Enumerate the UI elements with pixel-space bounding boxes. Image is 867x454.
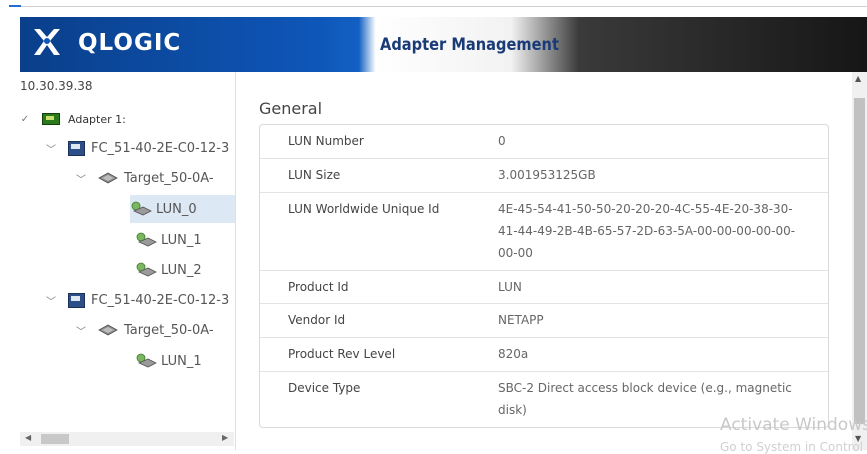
tree-node-lun-1-b[interactable]: LUN_1: [135, 352, 202, 370]
port-label: FC_51-40-2E-C0-12-3: [91, 140, 230, 156]
tree-node-lun-1[interactable]: LUN_1: [135, 231, 202, 249]
property-value: NETAPP: [498, 313, 544, 327]
app-title: Adapter Management: [380, 35, 559, 55]
property-row: LUN Worldwide Unique Id 4E-45-54-41-50-5…: [260, 192, 828, 271]
target-disk-icon: [98, 172, 118, 184]
checkmark-icon: ✓: [20, 113, 30, 125]
chevron-down-icon[interactable]: ﹀: [44, 141, 58, 156]
host-address[interactable]: 10.30.39.38: [20, 79, 93, 93]
brand-name: QLOGIC: [78, 30, 182, 56]
adapter-card-icon: [42, 113, 60, 125]
property-value: 3.001953125GB: [498, 168, 596, 182]
adapter-label: Adapter 1:: [68, 112, 126, 126]
chevron-down-icon[interactable]: ﹀: [44, 293, 58, 308]
tree-node-adapter[interactable]: ✓ Adapter 1:: [18, 111, 126, 127]
brand-logo: QLOGIC: [30, 25, 181, 61]
tree-node-target-1[interactable]: ﹀ Target_50-0A-: [74, 169, 214, 187]
tree-node-lun-2[interactable]: LUN_2: [135, 261, 202, 279]
property-row: Product Rev Level 820a: [260, 337, 828, 372]
property-row: Vendor Id NETAPP: [260, 303, 828, 338]
lun-label: LUN_0: [156, 201, 197, 217]
property-value: 0: [498, 134, 506, 148]
chevron-down-icon[interactable]: ﹀: [74, 171, 88, 186]
property-key: Vendor Id: [288, 313, 346, 327]
target-disk-icon: [98, 324, 118, 336]
tree-horizontal-scrollbar[interactable]: ◀ ▶: [20, 432, 234, 446]
activation-watermark: Activate Windows: [720, 415, 867, 435]
scroll-right-icon[interactable]: ▶: [222, 433, 228, 442]
property-key: LUN Size: [288, 168, 341, 182]
property-key: Product Id: [288, 280, 349, 294]
lun-label: LUN_1: [161, 353, 202, 369]
target-label: Target_50-0A-: [124, 322, 214, 338]
scrollbar-thumb[interactable]: [41, 434, 69, 444]
activation-watermark-subtext: Go to System in Control: [720, 440, 864, 454]
lun-label: LUN_2: [161, 262, 202, 278]
fc-port-icon: [68, 292, 85, 308]
property-key: LUN Number: [288, 134, 364, 148]
properties-card: LUN Number 0 LUN Size 3.001953125GB LUN …: [259, 124, 829, 428]
top-divider: [21, 6, 867, 7]
property-key: LUN Worldwide Unique Id: [288, 202, 440, 216]
lun-disk-icon: [136, 353, 157, 368]
tree-node-target-2[interactable]: ﹀ Target_50-0A-: [74, 321, 214, 339]
property-row: Product Id LUN: [260, 270, 828, 304]
target-label: Target_50-0A-: [124, 170, 214, 186]
property-key: Device Type: [288, 381, 361, 395]
scroll-left-icon[interactable]: ◀: [25, 433, 31, 442]
property-value: 4E-45-54-41-50-50-20-20-20-4C-55-4E-20-3…: [498, 202, 796, 260]
port-label: FC_51-40-2E-C0-12-3: [91, 292, 230, 308]
property-key: Product Rev Level: [288, 347, 396, 361]
tree-node-port-1[interactable]: ﹀ FC_51-40-2E-C0-12-3: [44, 139, 229, 157]
tree-node-port-2[interactable]: ﹀ FC_51-40-2E-C0-12-3: [44, 291, 229, 309]
section-title: General: [259, 99, 323, 118]
details-vertical-scrollbar[interactable]: ▲ ▼: [852, 72, 867, 450]
lun-disk-icon: [136, 232, 157, 247]
lun-label: LUN_1: [161, 232, 202, 248]
property-value: 820a: [498, 347, 529, 361]
property-row: LUN Size 3.001953125GB: [260, 158, 828, 193]
top-accent-line: [9, 5, 21, 7]
qlogic-logo-icon: [34, 29, 60, 55]
top-strip: [0, 0, 867, 8]
property-value: LUN: [498, 280, 522, 294]
property-row: LUN Number 0: [260, 125, 828, 158]
lun-disk-icon: [131, 201, 152, 216]
tree-node-lun-0[interactable]: LUN_0: [130, 195, 235, 223]
chevron-down-icon[interactable]: ﹀: [74, 323, 88, 338]
fc-port-icon: [68, 140, 85, 156]
scroll-up-icon[interactable]: ▲: [855, 74, 861, 83]
lun-disk-icon: [136, 262, 157, 277]
scrollbar-thumb[interactable]: [854, 98, 865, 424]
